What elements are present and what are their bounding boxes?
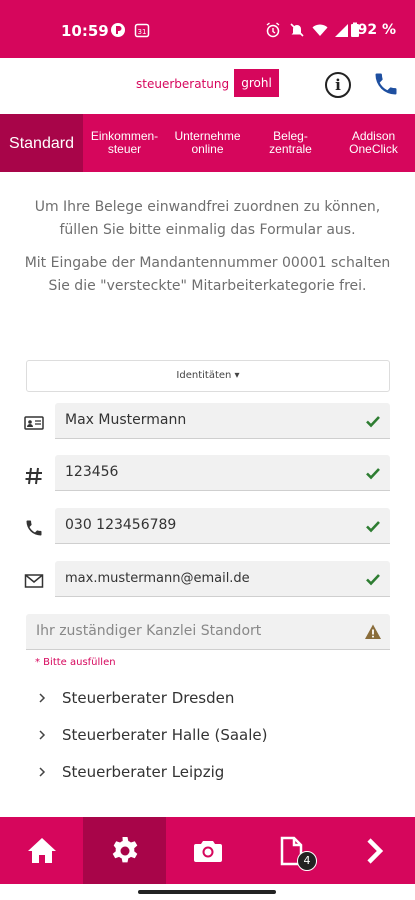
bottom-navigation: 4 bbox=[0, 817, 415, 884]
next-button[interactable] bbox=[332, 817, 415, 884]
email-field bbox=[55, 561, 390, 597]
settings-button[interactable] bbox=[83, 817, 166, 884]
location-field bbox=[26, 614, 390, 650]
notification-app-icon bbox=[111, 23, 125, 37]
chevron-right-icon bbox=[39, 767, 46, 777]
info-icon[interactable]: i bbox=[325, 72, 351, 98]
location-input[interactable] bbox=[36, 614, 346, 648]
location-label: Steuerberater Dresden bbox=[62, 689, 235, 707]
identities-dropdown[interactable]: Identitäten ▾ bbox=[26, 360, 390, 392]
tab-standard[interactable]: Standard bbox=[0, 114, 83, 172]
location-item-leipzig[interactable]: Steuerberater Leipzig bbox=[36, 763, 224, 781]
name-input[interactable] bbox=[65, 403, 355, 437]
check-icon bbox=[366, 521, 380, 533]
logo-box: grohl bbox=[234, 69, 279, 97]
name-field bbox=[55, 403, 390, 439]
intro-paragraph-1: Um Ihre Belege einwandfrei zuordnen zu k… bbox=[34, 199, 381, 238]
tab-einkommensteuer[interactable]: Einkommen- steuer bbox=[83, 114, 166, 172]
camera-icon bbox=[193, 840, 222, 862]
status-bar: 10:59 31 92 % bbox=[0, 0, 415, 58]
warning-icon bbox=[365, 624, 381, 639]
gear-icon bbox=[112, 836, 137, 862]
intro-paragraph-2: Mit Eingabe der Mandantennummer 00001 sc… bbox=[24, 255, 391, 294]
location-label: Steuerberater Leipzig bbox=[62, 763, 225, 781]
chevron-right-icon bbox=[39, 693, 46, 703]
required-hint: * Bitte ausfüllen bbox=[35, 657, 116, 668]
documents-button[interactable]: 4 bbox=[249, 817, 332, 884]
email-input[interactable] bbox=[65, 561, 355, 595]
id-card-icon bbox=[24, 416, 44, 430]
gesture-bar bbox=[0, 884, 415, 900]
check-icon bbox=[366, 574, 380, 586]
phone-icon bbox=[26, 520, 42, 536]
svg-text:31: 31 bbox=[138, 28, 147, 36]
check-icon bbox=[366, 468, 380, 480]
client-number-field bbox=[55, 455, 390, 491]
home-button[interactable] bbox=[0, 817, 83, 884]
location-item-halle[interactable]: Steuerberater Halle (Saale) bbox=[36, 726, 268, 744]
phone-input[interactable] bbox=[65, 508, 355, 542]
tab-belegzentrale[interactable]: Beleg- zentrale bbox=[249, 114, 332, 172]
mute-icon bbox=[290, 23, 304, 37]
calendar-icon: 31 bbox=[134, 23, 150, 38]
chevron-right-icon bbox=[366, 837, 383, 864]
logo-text: steuerberatung bbox=[136, 77, 230, 91]
app-header: steuerberatung grohl i bbox=[0, 58, 415, 114]
documents-badge: 4 bbox=[297, 851, 317, 871]
client-number-input[interactable] bbox=[65, 455, 355, 489]
phone-field bbox=[55, 508, 390, 544]
signal-icon bbox=[335, 24, 348, 37]
alarm-icon bbox=[266, 22, 280, 38]
chevron-right-icon bbox=[39, 730, 46, 740]
hash-icon bbox=[25, 467, 42, 485]
tab-addison-oneclick[interactable]: Addison OneClick bbox=[332, 114, 415, 172]
battery-percent: 92 % bbox=[357, 22, 396, 38]
category-tabs: Standard Einkommen- steuer Unternehme on… bbox=[0, 114, 415, 172]
tab-unternehmen-online[interactable]: Unternehme online bbox=[166, 114, 249, 172]
wifi-icon bbox=[312, 24, 328, 36]
camera-button[interactable] bbox=[166, 817, 249, 884]
phone-icon[interactable] bbox=[372, 70, 400, 98]
mail-icon bbox=[24, 574, 44, 588]
location-label: Steuerberater Halle (Saale) bbox=[62, 726, 268, 744]
home-indicator[interactable] bbox=[138, 890, 276, 894]
home-icon bbox=[27, 837, 56, 863]
status-time: 10:59 bbox=[61, 22, 109, 40]
location-item-dresden[interactable]: Steuerberater Dresden bbox=[36, 689, 234, 707]
check-icon bbox=[366, 416, 380, 428]
intro-text: Um Ihre Belege einwandfrei zuordnen zu k… bbox=[20, 196, 395, 298]
